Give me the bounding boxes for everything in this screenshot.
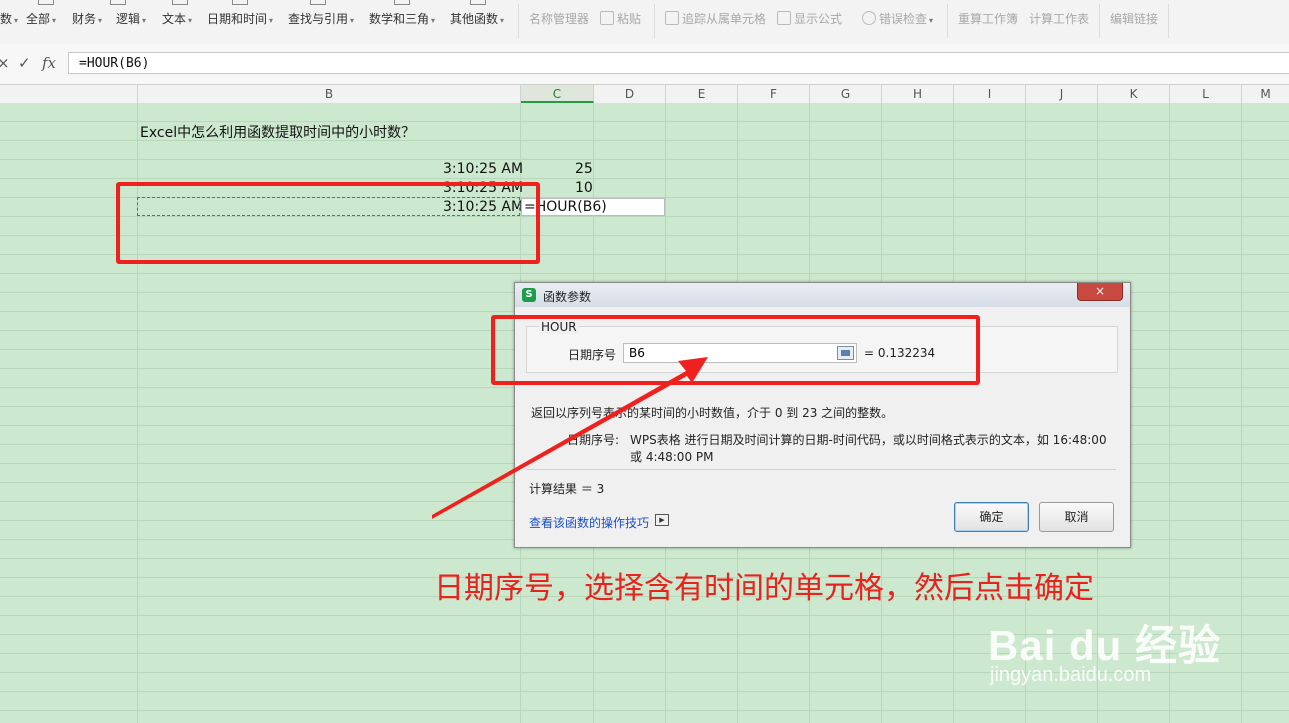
- baidu-watermark: Bai du 经验 jingyan.baidu.com: [988, 612, 1221, 686]
- annotation-caption: 日期序号，选择含有时间的单元格，然后点击确定: [434, 571, 1094, 606]
- watermark-url: jingyan.baidu.com: [990, 664, 1152, 686]
